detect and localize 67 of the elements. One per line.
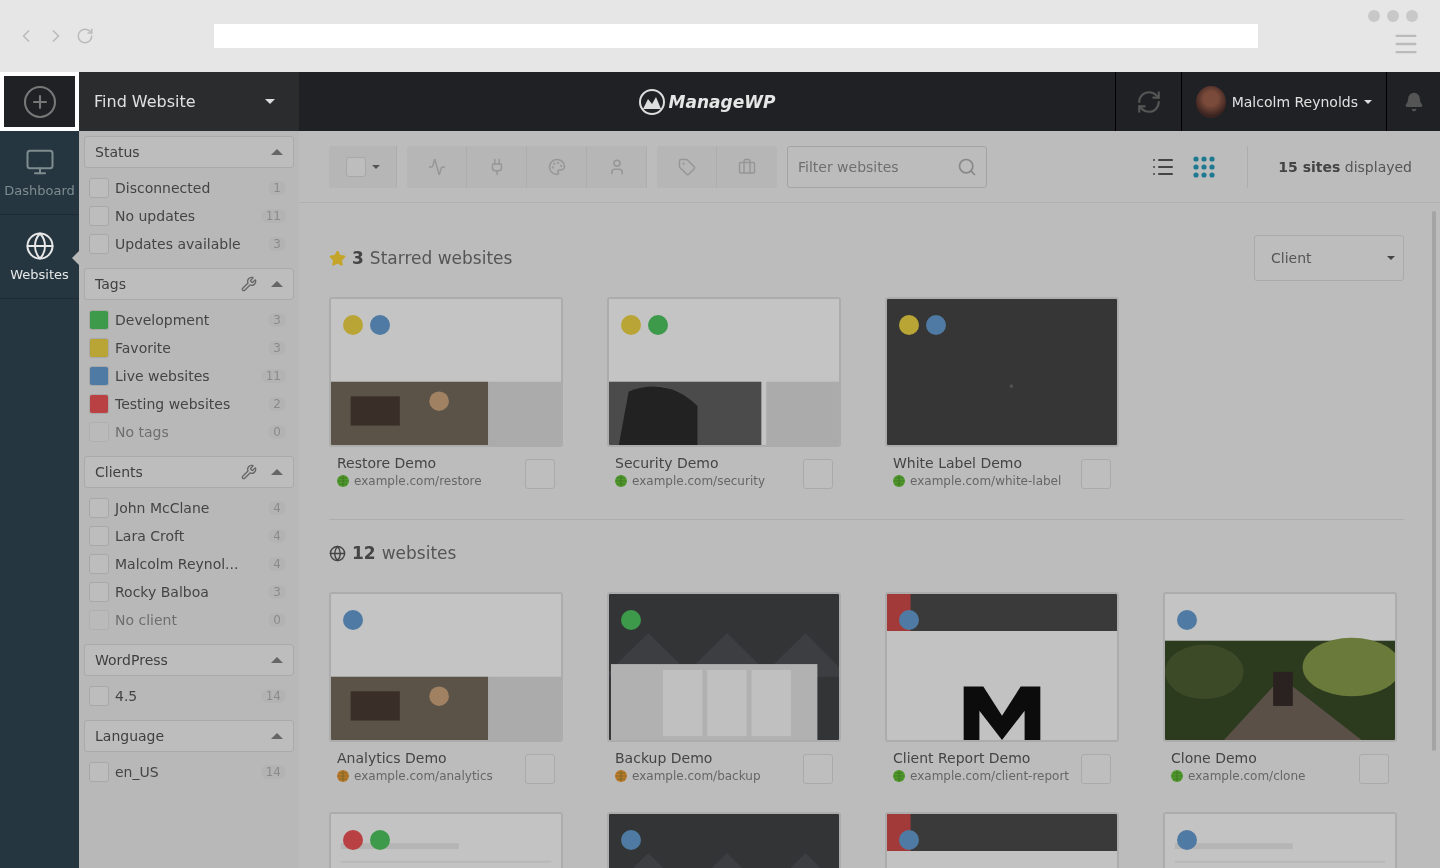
group-heading: Starred websites xyxy=(369,248,513,268)
wrench-icon[interactable] xyxy=(241,276,257,292)
filter-label: Favorite xyxy=(115,340,172,356)
search-icon[interactable] xyxy=(957,156,977,177)
reload-icon[interactable] xyxy=(76,27,94,45)
site-url[interactable]: example.com/client-report xyxy=(910,769,1070,783)
collapse-icon[interactable] xyxy=(271,657,283,663)
filter-label: No updates xyxy=(115,208,197,224)
group-count: 12 xyxy=(352,543,376,563)
filter-label: Rocky Balboa xyxy=(115,584,210,600)
sort-select[interactable]: Client xyxy=(1254,235,1404,281)
filter-label: No tags xyxy=(115,424,170,440)
site-url[interactable]: example.com/backup xyxy=(632,769,761,783)
collapse-icon[interactable] xyxy=(271,149,283,155)
filter-label: Disconnected xyxy=(115,180,212,196)
logo-icon xyxy=(638,88,665,115)
find-website-dropdown[interactable]: Find Website xyxy=(79,72,299,131)
filter-label: 4.5 xyxy=(115,688,139,704)
filter-field[interactable]: Filter websites xyxy=(787,145,987,188)
site-title[interactable]: Backup Demo xyxy=(615,750,761,766)
filter-title: Status xyxy=(95,144,141,160)
globe-icon xyxy=(329,544,346,562)
filter-title: Tags xyxy=(95,276,127,292)
filter-label: Development xyxy=(115,312,211,328)
plus-icon xyxy=(21,83,58,120)
add-website-button[interactable] xyxy=(0,72,79,131)
globe-icon xyxy=(24,231,55,261)
filter-label: Lara Croft xyxy=(115,528,186,544)
filter-title: Clients xyxy=(95,464,144,480)
logo-text: ManageWP xyxy=(668,91,776,112)
filter-label: en_US xyxy=(115,764,160,780)
collapse-icon[interactable] xyxy=(271,733,283,739)
avatar xyxy=(1196,85,1226,118)
bell-icon xyxy=(1403,91,1424,112)
site-url[interactable]: example.com/security xyxy=(632,474,766,488)
wrench-icon[interactable] xyxy=(241,464,257,480)
filter-label: Updates available xyxy=(115,236,242,252)
collapse-icon[interactable] xyxy=(271,281,283,287)
site-title[interactable]: Analytics Demo xyxy=(337,750,493,766)
tag-swatch[interactable] xyxy=(89,338,109,358)
collapse-icon[interactable] xyxy=(271,469,283,475)
star-icon xyxy=(329,249,346,267)
filter-label: Malcolm Reynol... xyxy=(115,556,240,572)
site-url[interactable]: example.com/white-label xyxy=(910,474,1062,488)
site-title[interactable]: White Label Demo xyxy=(893,455,1062,471)
site-title[interactable]: Clone Demo xyxy=(1171,750,1306,766)
site-url[interactable]: example.com/restore xyxy=(354,474,482,488)
filter-label: Live websites xyxy=(115,368,211,384)
filter-label: John McClane xyxy=(115,500,211,516)
filter-label: Testing websites xyxy=(115,396,232,412)
tag-swatch[interactable] xyxy=(89,394,109,414)
group-heading: websites xyxy=(381,543,457,563)
address-bar[interactable] xyxy=(214,24,1258,48)
group-count: 3 xyxy=(352,248,364,268)
filter-title: WordPress xyxy=(95,652,169,668)
site-title[interactable]: Restore Demo xyxy=(337,455,482,471)
tag-swatch[interactable] xyxy=(89,366,109,386)
monitor-icon xyxy=(24,147,55,177)
filter-title: Language xyxy=(95,728,166,744)
refresh-icon xyxy=(1135,88,1162,115)
tag-swatch[interactable] xyxy=(89,310,109,330)
site-title[interactable]: Client Report Demo xyxy=(893,750,1070,766)
filter-label: No client xyxy=(115,612,178,628)
site-url[interactable]: example.com/clone xyxy=(1188,769,1306,783)
site-url[interactable]: example.com/analytics xyxy=(354,769,493,783)
sites-count: 15 sites displayed xyxy=(1278,158,1412,175)
site-title[interactable]: Security Demo xyxy=(615,455,766,471)
